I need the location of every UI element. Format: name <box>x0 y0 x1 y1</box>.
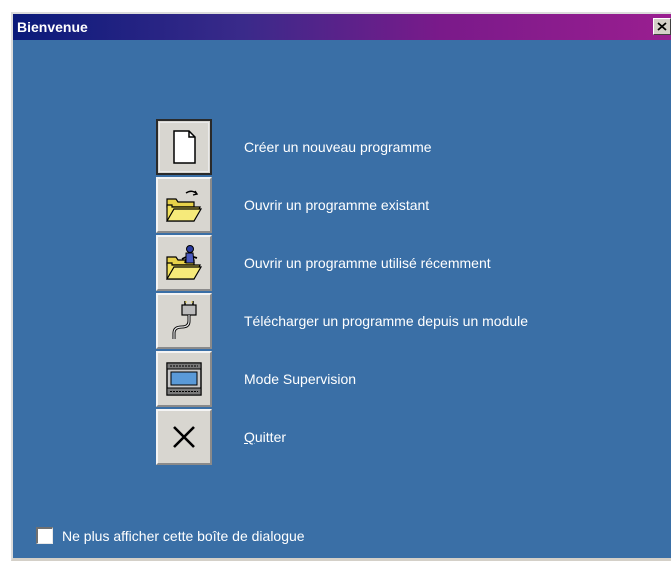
menu-item-label: Créer un nouveau programme <box>244 139 432 155</box>
action-menu: Créer un nouveau programme Ouvrir un pro… <box>156 119 636 467</box>
menu-item-open-recent[interactable]: Ouvrir un programme utilisé récemment <box>156 235 636 293</box>
close-x-icon <box>173 426 195 448</box>
quit-button[interactable] <box>156 409 212 465</box>
plug-icon <box>172 301 197 339</box>
quit-mnemonic: Q <box>244 429 255 445</box>
close-icon <box>657 22 667 31</box>
dialog-title: Bienvenue <box>17 19 88 35</box>
quit-label-rest: uitter <box>254 429 287 445</box>
open-recent-folder-icon <box>165 245 203 280</box>
welcome-dialog: Bienvenue Créer un nouveau programme Ouv… <box>11 12 671 561</box>
menu-item-download-module[interactable]: Télécharger un programme depuis un modul… <box>156 293 636 351</box>
menu-item-quit[interactable]: Quitter <box>156 409 636 467</box>
menu-item-supervision[interactable]: Mode Supervision <box>156 351 636 409</box>
open-folder-icon <box>165 190 203 222</box>
new-document-icon <box>173 130 196 164</box>
menu-item-label: Quitter <box>244 429 286 445</box>
download-module-button[interactable] <box>156 293 212 349</box>
dont-show-again-label[interactable]: Ne plus afficher cette boîte de dialogue <box>62 528 305 544</box>
open-recent-button[interactable] <box>156 235 212 291</box>
menu-item-new-program[interactable]: Créer un nouveau programme <box>156 119 636 177</box>
menu-item-label: Mode Supervision <box>244 371 357 387</box>
menu-item-label: Ouvrir un programme utilisé récemment <box>244 255 491 271</box>
open-existing-button[interactable] <box>156 177 212 233</box>
title-bar[interactable]: Bienvenue <box>13 14 671 40</box>
menu-item-label: Télécharger un programme depuis un modul… <box>244 313 529 329</box>
dont-show-again-checkbox[interactable] <box>36 527 53 544</box>
menu-item-label: Ouvrir un programme existant <box>244 197 430 213</box>
close-button[interactable] <box>653 18 671 35</box>
monitor-module-icon <box>166 362 202 396</box>
menu-item-open-existing[interactable]: Ouvrir un programme existant <box>156 177 636 235</box>
supervision-button[interactable] <box>156 351 212 407</box>
new-program-button[interactable] <box>156 119 212 175</box>
